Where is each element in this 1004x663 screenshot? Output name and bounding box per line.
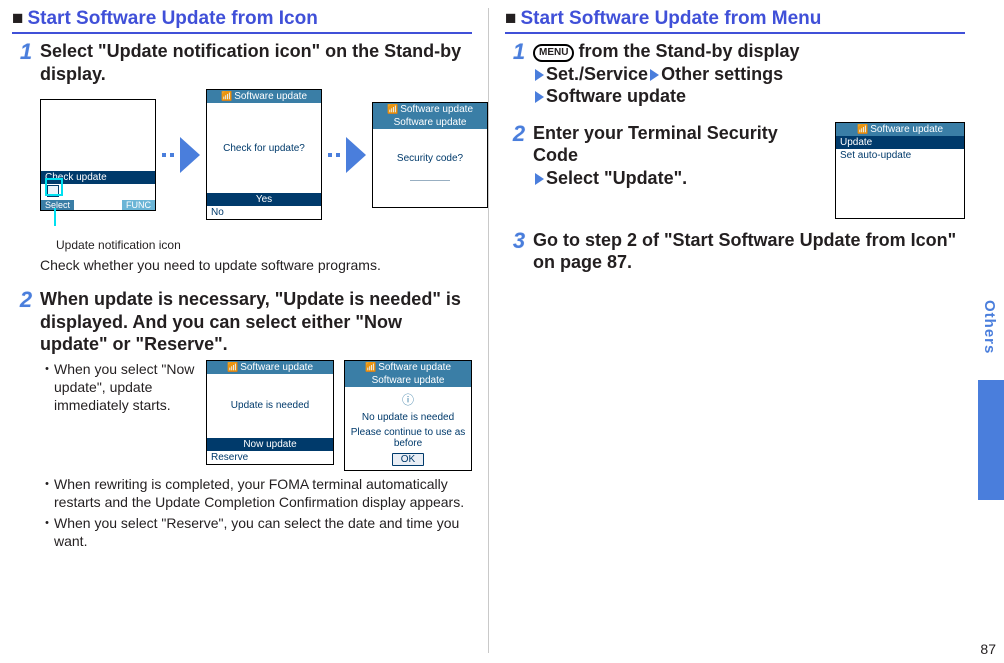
step-number: 3 [505, 229, 533, 257]
arrow-dots-icon [328, 153, 340, 157]
screen-subtitle: Software update [373, 116, 487, 129]
softkey-func: FUNC [122, 200, 155, 210]
screen-text: No update is needed [362, 412, 454, 423]
step-note: Check whether you need to update softwar… [40, 256, 488, 274]
arrow-right-icon [180, 137, 200, 173]
code-entry-blank: ＿＿＿＿ [410, 168, 450, 183]
arrow-dots-icon [162, 153, 174, 157]
screens-row-1: Check update Select FUNC [40, 89, 488, 220]
chapter-tab [978, 380, 1004, 500]
screen-text: Please continue to use as before [349, 427, 467, 449]
right-heading: ■Start Software Update from Menu [505, 8, 965, 34]
antenna-icon: 📶 [365, 362, 376, 373]
path-arrow-icon [535, 91, 544, 103]
square-bullet-icon: ■ [12, 8, 23, 29]
bullet-list: When you select "Now update", update imm… [40, 360, 196, 418]
path-arrow-icon [535, 173, 544, 185]
security-code-screen: 📶Software update Software update Securit… [372, 102, 488, 208]
check-update-bar: Check update [41, 171, 155, 184]
square-bullet-icon: ■ [505, 8, 516, 29]
step-title: Go to step 2 of "Start Software Update f… [533, 229, 965, 274]
set-auto-update-row: Set auto-update [836, 149, 964, 162]
step-number: 1 [505, 40, 533, 68]
path-arrow-icon [650, 69, 659, 81]
left-step-2: 2 When update is necessary, "Update is n… [12, 288, 472, 553]
list-item: When rewriting is completed, your FOMA t… [40, 475, 472, 511]
screen-text: Check for update? [223, 143, 305, 154]
ok-button: OK [392, 453, 424, 466]
step-number: 2 [12, 288, 40, 316]
column-divider [488, 8, 489, 653]
arrow-right-icon [346, 137, 366, 173]
left-heading: ■Start Software Update from Icon [12, 8, 472, 34]
now-update-option: Now update [207, 438, 333, 451]
step-title: Enter your Terminal Security Code Select… [533, 122, 825, 190]
softkey-select: Select [41, 200, 74, 210]
screen-text: Update is needed [231, 400, 309, 411]
antenna-icon: 📶 [857, 124, 868, 135]
antenna-icon: 📶 [221, 91, 232, 102]
no-update-needed-screen: 📶Software update Software update ⓘ No up… [344, 360, 472, 471]
step-title: When update is necessary, "Update is nee… [40, 288, 472, 356]
list-item: When you select "Now update", update imm… [40, 360, 196, 415]
reserve-option: Reserve [207, 451, 333, 464]
antenna-icon: 📶 [227, 362, 238, 373]
right-column: ■Start Software Update from Menu 1 MENUf… [493, 8, 965, 653]
path-arrow-icon [535, 69, 544, 81]
right-step-3: 3 Go to step 2 of "Start Software Update… [505, 229, 965, 278]
screen-subtitle: Software update [345, 374, 471, 387]
step-number: 2 [505, 122, 533, 150]
update-menu-screen: 📶Software update Update Set auto-update [835, 122, 965, 219]
standby-screen: Check update Select FUNC [40, 99, 156, 211]
info-icon: ⓘ [402, 391, 414, 408]
update-needed-screen: 📶Software update Update is needed Now up… [206, 360, 334, 465]
menu-key-icon: MENU [533, 44, 574, 62]
icon-caption: Update notification icon [56, 238, 488, 252]
step-title: MENUfrom the Stand-by display Set./Servi… [533, 40, 965, 108]
list-item: When you select "Reserve", you can selec… [40, 514, 472, 550]
page-number: 87 [980, 641, 996, 657]
left-column: ■Start Software Update from Icon 1 Selec… [12, 8, 484, 653]
antenna-icon: 📶 [387, 104, 398, 115]
left-step-1: 1 Select "Update notification icon" on t… [12, 40, 472, 278]
check-for-update-screen: 📶Software update Check for update? Yes N… [206, 89, 322, 220]
bullet-list: When rewriting is completed, your FOMA t… [40, 475, 472, 551]
no-option: No [207, 206, 321, 219]
screen-text: Security code? [397, 153, 463, 164]
chapter-label: Others [981, 300, 998, 354]
step-title: Select "Update notification icon" on the… [40, 40, 488, 85]
update-row: Update [836, 136, 964, 149]
right-step-1: 1 MENUfrom the Stand-by display Set./Ser… [505, 40, 965, 112]
callout-line [54, 208, 56, 226]
right-step-2: 2 Enter your Terminal Security Code Sele… [505, 122, 965, 219]
step-number: 1 [12, 40, 40, 68]
yes-option: Yes [207, 193, 321, 206]
